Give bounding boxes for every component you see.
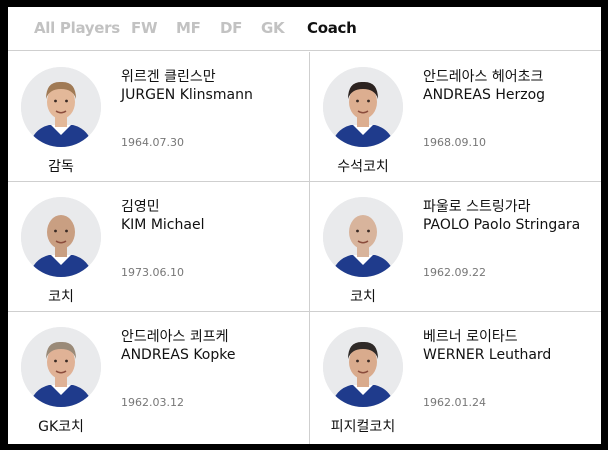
coach-role: 감독 [48, 159, 74, 175]
coach-grid: 위르겐 클린스만 JURGEN Klinsmann 1964.07.30 감독 … [8, 52, 601, 444]
position-tab-bar: All Players FW MF DF GK Coach [8, 7, 601, 51]
portrait-illustration [21, 327, 101, 407]
right-eye [65, 359, 68, 363]
portrait-illustration [21, 67, 101, 147]
right-eye [367, 359, 370, 363]
tab-fw[interactable]: FW [131, 19, 158, 37]
left-eye [54, 359, 57, 363]
coach-name-korean: 안드레아스 쾨프케 [121, 329, 229, 345]
coach-roster-panel: All Players FW MF DF GK Coach 위르겐 클린스만 J… [8, 7, 601, 444]
portrait-illustration [323, 197, 403, 277]
right-eye [65, 229, 68, 233]
face [349, 215, 377, 249]
coach-birthdate: 1964.07.30 [121, 136, 184, 149]
tab-coach[interactable]: Coach [307, 19, 357, 37]
coach-name-korean: 위르겐 클린스만 [121, 69, 216, 85]
coach-name-korean: 파울로 스트링가라 [423, 199, 531, 215]
left-eye [356, 99, 359, 103]
left-eye [356, 359, 359, 363]
coach-photo [21, 327, 101, 407]
right-eye [367, 229, 370, 233]
coach-role: 피지컬코치 [330, 419, 396, 435]
coach-card[interactable]: 안드레아스 헤어초크 ANDREAS Herzog 1968.09.10 수석코… [310, 52, 601, 182]
tab-df[interactable]: DF [220, 19, 242, 37]
coach-birthdate: 1962.01.24 [423, 396, 486, 409]
coach-name-english: PAOLO Paolo Stringara [423, 217, 581, 233]
right-eye [367, 99, 370, 103]
face [47, 215, 75, 249]
tab-mf[interactable]: MF [176, 19, 201, 37]
coach-birthdate: 1973.06.10 [121, 266, 184, 279]
coach-card[interactable]: 파울로 스트링가라 PAOLO Paolo Stringara 1962.09.… [310, 182, 601, 312]
right-eye [65, 99, 68, 103]
tab-all-players[interactable]: All Players [34, 19, 120, 37]
coach-card[interactable]: 김영민 KIM Michael 1973.06.10 코치 [8, 182, 310, 312]
coach-name-english: KIM Michael [121, 217, 205, 233]
left-eye [356, 229, 359, 233]
coach-birthdate: 1962.03.12 [121, 396, 184, 409]
coach-photo [323, 327, 403, 407]
coach-role: 수석코치 [337, 159, 389, 175]
coach-photo [21, 67, 101, 147]
coach-name-english: ANDREAS Kopke [121, 347, 236, 363]
portrait-illustration [323, 67, 403, 147]
coach-name-english: WERNER Leuthard [423, 347, 552, 363]
coach-role: 코치 [48, 289, 74, 305]
left-eye [54, 229, 57, 233]
coach-role: GK코치 [38, 419, 84, 435]
coach-birthdate: 1962.09.22 [423, 266, 486, 279]
tab-gk[interactable]: GK [261, 19, 285, 37]
coach-birthdate: 1968.09.10 [423, 136, 486, 149]
coach-card[interactable]: 베르너 로이타드 WERNER Leuthard 1962.01.24 피지컬코… [310, 312, 601, 444]
coach-name-korean: 김영민 [121, 199, 160, 215]
coach-name-korean: 안드레아스 헤어초크 [423, 69, 544, 85]
left-eye [54, 99, 57, 103]
coach-card[interactable]: 안드레아스 쾨프케 ANDREAS Kopke 1962.03.12 GK코치 [8, 312, 310, 444]
coach-photo [21, 197, 101, 277]
coach-role: 코치 [350, 289, 376, 305]
coach-card[interactable]: 위르겐 클린스만 JURGEN Klinsmann 1964.07.30 감독 [8, 52, 310, 182]
coach-photo [323, 197, 403, 277]
portrait-illustration [21, 197, 101, 277]
portrait-illustration [323, 327, 403, 407]
coach-photo [323, 67, 403, 147]
coach-name-english: ANDREAS Herzog [423, 87, 546, 103]
coach-name-korean: 베르너 로이타드 [423, 329, 518, 345]
coach-name-english: JURGEN Klinsmann [121, 87, 253, 103]
